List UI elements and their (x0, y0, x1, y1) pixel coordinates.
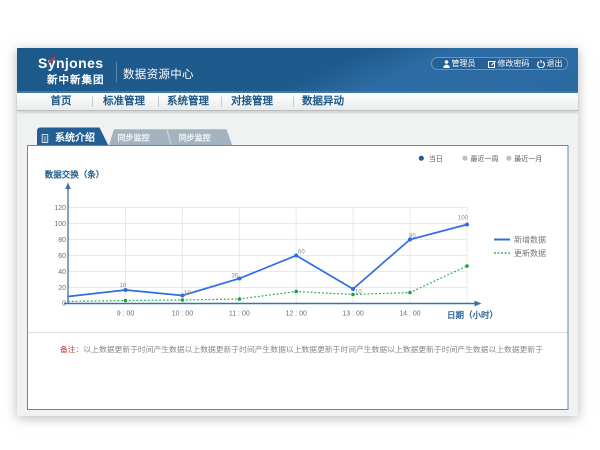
svg-text:新增数据: 新增数据 (514, 235, 546, 245)
svg-text:同步监控: 同步监控 (118, 133, 150, 143)
svg-text:12 : 00: 12 : 00 (285, 311, 307, 318)
svg-text:最近一周: 最近一周 (471, 154, 499, 163)
svg-text:9 : 00: 9 : 00 (117, 311, 135, 318)
svg-text:35: 35 (232, 274, 239, 280)
svg-text:60: 60 (298, 250, 305, 256)
svg-text:10: 10 (184, 291, 191, 297)
svg-text:100: 100 (54, 221, 66, 228)
svg-text:100: 100 (458, 216, 469, 222)
svg-text:备注：以上数据更新于时间产生数据以上数据更新于时间产生数据以: 备注：以上数据更新于时间产生数据以上数据更新于时间产生数据以上数据更新于时间产生… (60, 344, 544, 354)
svg-text:80: 80 (58, 237, 66, 244)
svg-text:10: 10 (355, 290, 362, 296)
svg-text:80: 80 (409, 234, 416, 240)
svg-text:日期（小时）: 日期（小时） (447, 310, 498, 320)
svg-text:40: 40 (58, 269, 66, 276)
svg-text:同步监控: 同步监控 (179, 133, 211, 143)
svg-text:系统介绍: 系统介绍 (55, 131, 95, 144)
svg-text:0: 0 (62, 301, 66, 308)
svg-text:11 : 00: 11 : 00 (229, 311, 250, 318)
svg-text:60: 60 (58, 253, 66, 260)
svg-text:10 : 00: 10 : 00 (172, 311, 194, 318)
svg-text:14 : 00: 14 : 00 (399, 311, 421, 318)
svg-text:数据交换（条）: 数据交换（条） (45, 170, 105, 180)
svg-text:18: 18 (120, 283, 127, 289)
svg-text:最近一月: 最近一月 (514, 154, 542, 163)
svg-text:当日: 当日 (429, 154, 443, 163)
svg-text:更新数据: 更新数据 (514, 248, 546, 258)
svg-text:120: 120 (54, 205, 66, 212)
svg-text:20: 20 (58, 285, 66, 292)
svg-text:13 : 00: 13 : 00 (342, 311, 364, 318)
